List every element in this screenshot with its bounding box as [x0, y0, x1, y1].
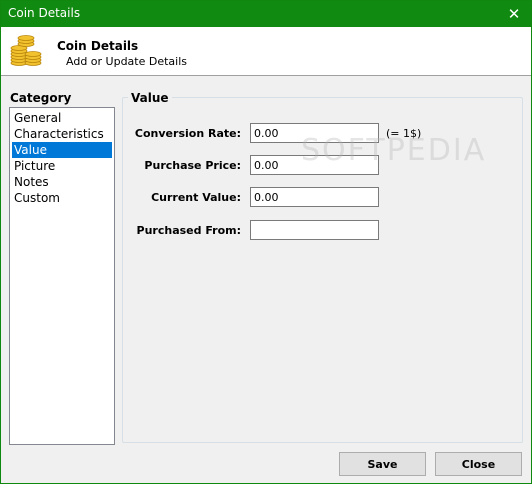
- header-banner: Coin Details Add or Update Details: [1, 27, 531, 76]
- purchased-from-input[interactable]: [250, 220, 379, 240]
- coin-stack-icon: [10, 35, 42, 66]
- purchased-from-label: Purchased From:: [136, 224, 241, 237]
- header-subtitle: Add or Update Details: [66, 55, 188, 68]
- category-item-notes[interactable]: Notes: [12, 174, 112, 190]
- save-button[interactable]: Save: [339, 452, 426, 476]
- category-item-custom[interactable]: Custom: [12, 190, 112, 206]
- close-icon[interactable]: ✕: [497, 1, 531, 27]
- conversion-rate-input[interactable]: [250, 123, 379, 143]
- window-title: Coin Details: [8, 6, 81, 20]
- coin-details-window: Coin Details ✕ Coin Details Add or Updat: [0, 0, 532, 484]
- category-item-characteristics[interactable]: Characteristics: [12, 126, 112, 142]
- value-group-box: [122, 97, 523, 443]
- current-value-input[interactable]: [250, 187, 379, 207]
- category-label: Category: [10, 91, 72, 105]
- category-item-general[interactable]: General: [12, 110, 112, 126]
- conversion-unit: (= 1$): [386, 127, 422, 140]
- category-list[interactable]: General Characteristics Value Picture No…: [9, 107, 115, 445]
- conversion-rate-label: Conversion Rate:: [134, 127, 241, 140]
- purchase-price-input[interactable]: [250, 155, 379, 175]
- value-group-label: Value: [128, 91, 172, 105]
- header-title: Coin Details: [57, 39, 139, 53]
- current-value-label: Current Value:: [151, 191, 241, 204]
- close-button[interactable]: Close: [435, 452, 522, 476]
- category-item-picture[interactable]: Picture: [12, 158, 112, 174]
- purchase-price-label: Purchase Price:: [144, 159, 241, 172]
- title-bar: Coin Details ✕: [1, 1, 531, 27]
- category-item-value[interactable]: Value: [12, 142, 112, 158]
